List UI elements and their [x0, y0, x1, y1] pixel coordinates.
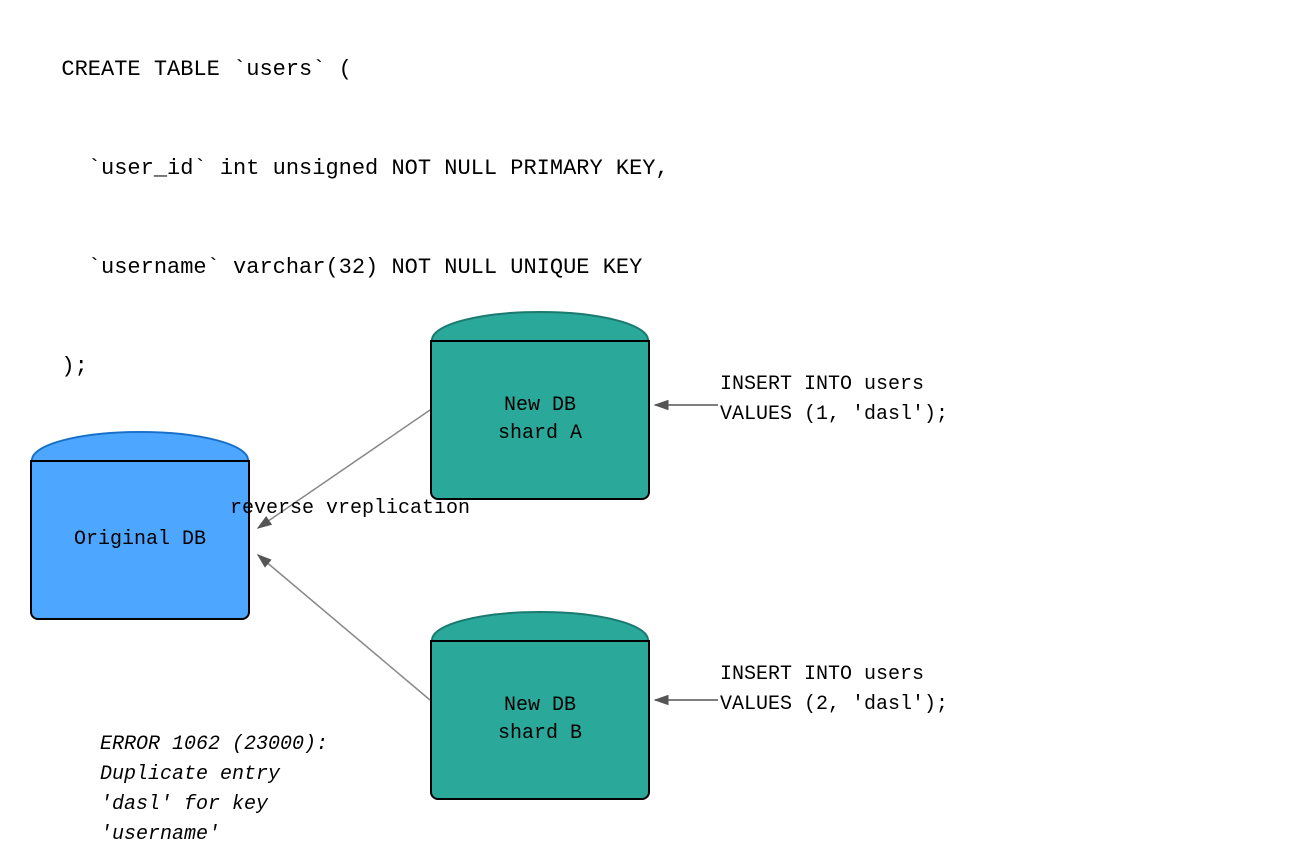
shard-b-label: New DBshard B [498, 692, 582, 748]
shard-a: New DBshard A [430, 310, 650, 510]
error-label: ERROR 1062 (23000): Duplicate entry 'das… [100, 730, 328, 850]
insert-a-label: INSERT INTO users VALUES (1, 'dasl'); [720, 370, 948, 430]
diagram-area: Original DB New DBshard A New DBshard B [0, 210, 1306, 850]
shard-b-body: New DBshard B [430, 640, 650, 800]
original-db-label: Original DB [74, 526, 206, 554]
original-db-body: Original DB [30, 460, 250, 620]
shard-a-body: New DBshard A [430, 340, 650, 500]
code-line2: `user_id` int unsigned NOT NULL PRIMARY … [61, 156, 668, 181]
shard-b: New DBshard B [430, 610, 650, 810]
reverse-vreplication-label: reverse vreplication [230, 495, 470, 523]
code-line1: CREATE TABLE `users` ( [61, 57, 351, 82]
original-db: Original DB [30, 430, 250, 630]
insert-b-label: INSERT INTO users VALUES (2, 'dasl'); [720, 660, 948, 720]
shard-a-label: New DBshard A [498, 392, 582, 448]
